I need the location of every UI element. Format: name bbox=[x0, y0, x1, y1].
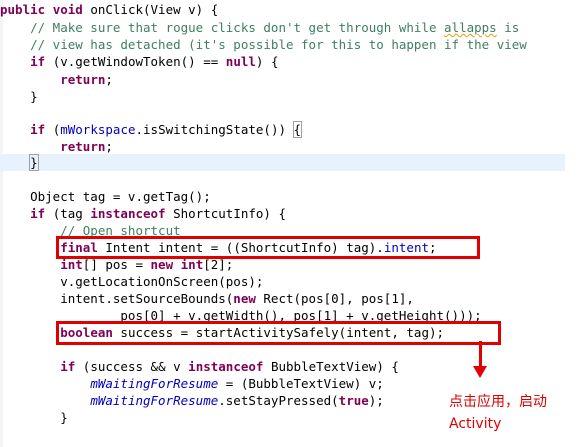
code-line-comment: // view has detached (it's possible for … bbox=[0, 37, 527, 52]
code-line-if-window-token: if (v.getWindowToken() == null) { bbox=[30, 54, 279, 69]
code-line-set-source-bounds: intent.setSourceBounds(new Rect(pos[0], … bbox=[0, 291, 414, 306]
annotation-text: 点击应用，启动 bbox=[449, 394, 547, 410]
code-line-if-instanceof: if (tag instanceof ShortcutInfo) { bbox=[30, 206, 287, 221]
highlight-box-final-intent bbox=[56, 236, 480, 259]
annotation-text-activity: Activity bbox=[449, 416, 502, 432]
code-line-if-success: if (success && v instanceof BubbleTextVi… bbox=[60, 359, 399, 374]
code-line-comment: // Make sure that rogue clicks don't get… bbox=[0, 20, 520, 35]
code-line-if-switching: if (mWorkspace.isSwitchingState()) { bbox=[30, 121, 303, 138]
matching-bracket: } bbox=[29, 154, 39, 171]
code-line-return: return; bbox=[60, 139, 113, 154]
annotation-arrow-head bbox=[473, 366, 487, 378]
code-line-close-brace: } bbox=[0, 410, 68, 425]
current-line-highlight bbox=[0, 154, 565, 171]
code-line-get-location: v.getLocationOnScreen(pos); bbox=[0, 274, 264, 289]
code-line-close-brace: } bbox=[0, 89, 38, 104]
spelling-squiggle: allapps bbox=[444, 20, 497, 35]
code-line-set-stay-pressed: mWaitingForResume.setStayPressed(true); bbox=[90, 393, 384, 408]
code-line-close-brace-current: } bbox=[0, 154, 39, 171]
code-line-return: return; bbox=[60, 72, 113, 87]
highlight-box-start-activity bbox=[56, 321, 501, 345]
matching-bracket: { bbox=[292, 121, 303, 138]
code-line-waiting-assign: mWaitingForResume = (BubbleTextView) v; bbox=[90, 376, 384, 391]
code-line-get-tag: Object tag = v.getTag(); bbox=[0, 189, 211, 204]
code-line-method-signature: public void onClick(View v) { bbox=[0, 2, 219, 17]
